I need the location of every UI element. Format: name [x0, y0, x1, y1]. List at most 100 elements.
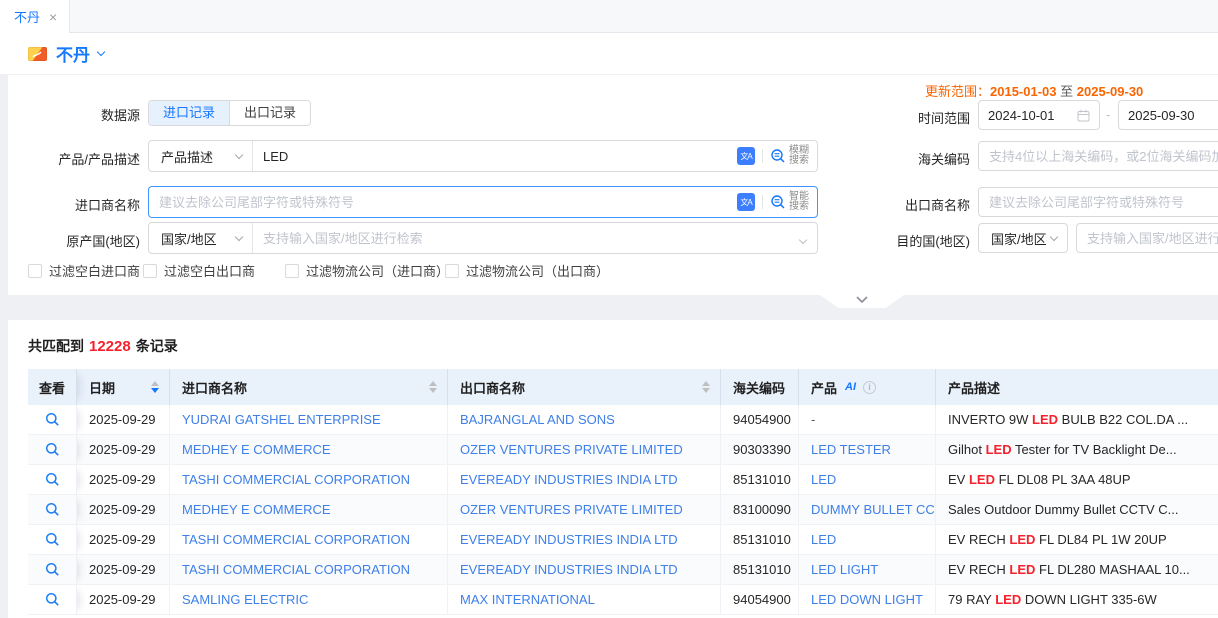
date-cell: 2025-09-29: [77, 465, 170, 495]
chevron-down-icon[interactable]: [97, 48, 105, 56]
count-suffix: 条记录: [136, 338, 178, 354]
translate-icon[interactable]: 文A: [737, 147, 755, 165]
exporter-input[interactable]: [979, 195, 1218, 210]
exporter-label: 出口商名称: [888, 195, 970, 214]
checkbox-label: 过滤物流公司（进口商）: [306, 261, 449, 280]
importer-cell: MEDHEY E COMMERCE: [170, 435, 448, 465]
checkbox-icon[interactable]: [445, 264, 459, 278]
description-cell: Gilhot LED Tester for TV Backlight De...: [936, 435, 1218, 465]
importer-link[interactable]: YUDRAI GATSHEL ENTERPRISE: [182, 412, 381, 427]
date-cell: 2025-09-29: [77, 405, 170, 435]
bhutan-flag-icon: [28, 47, 47, 61]
exporter-cell: BAJRANGLAL AND SONS: [448, 405, 721, 435]
sort-icons-date[interactable]: [151, 381, 159, 393]
info-icon[interactable]: i: [863, 381, 876, 394]
tab-close-icon[interactable]: ×: [49, 10, 57, 24]
exporter-link[interactable]: OZER VENTURES PRIVATE LIMITED: [460, 442, 683, 457]
search-icon: [770, 148, 786, 164]
product-search-group: 产品描述 文A 模糊搜索: [148, 140, 818, 172]
description-cell: INVERTO 9W LED BULB B22 COL.DA ...: [936, 405, 1218, 435]
description-cell: Sales Outdoor Dummy Bullet CCTV C...: [936, 495, 1218, 525]
page-title: 不丹: [56, 41, 90, 66]
checkbox-icon[interactable]: [28, 264, 42, 278]
fuzzy-search-button[interactable]: 模糊搜索: [770, 146, 809, 166]
view-icon[interactable]: [45, 442, 60, 457]
exporter-cell: OZER VENTURES PRIVATE LIMITED: [448, 435, 721, 465]
toggle-export-records[interactable]: 出口记录: [229, 101, 310, 125]
view-cell: [28, 585, 77, 615]
date-end-input[interactable]: [1128, 108, 1218, 123]
exporter-link[interactable]: MAX INTERNATIONAL: [460, 592, 595, 607]
exporter-link[interactable]: EVEREADY INDUSTRIES INDIA LTD: [460, 562, 678, 577]
sort-icons-importer[interactable]: [429, 381, 437, 393]
checkbox-icon[interactable]: [285, 264, 299, 278]
filter-logistics-importer-checkbox[interactable]: 过滤物流公司（进口商）: [285, 261, 449, 280]
view-icon[interactable]: [45, 412, 60, 427]
checkbox-label: 过滤空白出口商: [164, 261, 255, 280]
view-icon[interactable]: [45, 502, 60, 517]
product-type-select[interactable]: 产品描述: [149, 141, 253, 171]
origin-country-select[interactable]: 国家/地区: [149, 223, 253, 253]
chevron-down-icon: [1050, 233, 1058, 241]
exporter-link[interactable]: BAJRANGLAL AND SONS: [460, 412, 615, 427]
view-cell: [28, 495, 77, 525]
product-link[interactable]: DUMMY BULLET CCTV...: [811, 502, 936, 517]
exporter-link[interactable]: EVEREADY INDUSTRIES INDIA LTD: [460, 532, 678, 547]
product-text: -: [811, 412, 815, 427]
hs-code-input[interactable]: [979, 149, 1218, 164]
destination-country-input[interactable]: [1077, 231, 1218, 246]
update-range-to: 2025-09-30: [1077, 84, 1144, 99]
destination-country-select[interactable]: 国家/地区: [978, 223, 1068, 253]
importer-input[interactable]: [149, 195, 737, 210]
view-icon[interactable]: [45, 532, 60, 547]
filter-blank-importer-checkbox[interactable]: 过滤空白进口商: [28, 261, 140, 280]
importer-link[interactable]: SAMLING ELECTRIC: [182, 592, 308, 607]
filter-logistics-exporter-checkbox[interactable]: 过滤物流公司（出口商）: [445, 261, 609, 280]
checkbox-icon[interactable]: [143, 264, 157, 278]
importer-link[interactable]: TASHI COMMERCIAL CORPORATION: [182, 472, 410, 487]
product-link[interactable]: LED DOWN LIGHT: [811, 592, 923, 607]
description-cell: 79 RAY LED DOWN LIGHT 335-6W: [936, 585, 1218, 615]
col-view: 查看: [28, 369, 77, 405]
origin-country-group: 国家/地区: [148, 222, 818, 254]
destination-country-field: [1076, 223, 1218, 253]
exporter-link[interactable]: OZER VENTURES PRIVATE LIMITED: [460, 502, 683, 517]
smart-search-button[interactable]: 智能搜索: [770, 192, 809, 212]
date-cell: 2025-09-29: [77, 555, 170, 585]
importer-cell: YUDRAI GATSHEL ENTERPRISE: [170, 405, 448, 435]
tab-bhutan[interactable]: 不丹 ×: [0, 0, 70, 33]
importer-link[interactable]: TASHI COMMERCIAL CORPORATION: [182, 562, 410, 577]
view-icon[interactable]: [45, 592, 60, 607]
product-link[interactable]: LED: [811, 472, 836, 487]
hs-code-cell: 85131010: [721, 555, 799, 585]
product-link[interactable]: LED: [811, 532, 836, 547]
view-icon[interactable]: [45, 562, 60, 577]
date-end-field[interactable]: [1118, 100, 1218, 130]
product-link[interactable]: LED LIGHT: [811, 562, 878, 577]
product-link[interactable]: LED TESTER: [811, 442, 891, 457]
col-exporter: 出口商名称: [448, 369, 721, 405]
toggle-import-records[interactable]: 进口记录: [149, 101, 229, 125]
update-range-label: 更新范围：: [925, 84, 990, 99]
table-row: 2025-09-29MEDHEY E COMMERCEOZER VENTURES…: [28, 495, 1218, 525]
date-start-input[interactable]: [988, 108, 1071, 123]
product-type-value: 产品描述: [161, 147, 213, 166]
sort-icons-exporter[interactable]: [702, 381, 710, 393]
table-body: 2025-09-29 YUDRAI GATSHEL ENTERPRISE BAJRA…: [28, 405, 1218, 615]
view-cell: [28, 465, 77, 495]
product-search-input[interactable]: [253, 149, 737, 164]
importer-link[interactable]: MEDHEY E COMMERCE: [182, 502, 331, 517]
exporter-link[interactable]: EVEREADY INDUSTRIES INDIA LTD: [460, 472, 678, 487]
view-cell: [28, 525, 77, 555]
chevron-down-icon: [235, 151, 243, 159]
translate-icon[interactable]: 文A: [737, 193, 755, 211]
origin-country-label: 原产国(地区): [8, 231, 140, 250]
search-icon: [770, 194, 786, 210]
importer-link[interactable]: TASHI COMMERCIAL CORPORATION: [182, 532, 410, 547]
date-start-field[interactable]: [978, 100, 1100, 130]
filter-blank-exporter-checkbox[interactable]: 过滤空白出口商: [143, 261, 255, 280]
result-count: 共匹配到12228条记录: [8, 320, 1218, 356]
origin-country-input[interactable]: [253, 231, 800, 246]
importer-link[interactable]: MEDHEY E COMMERCE: [182, 442, 331, 457]
view-icon[interactable]: [45, 472, 60, 487]
